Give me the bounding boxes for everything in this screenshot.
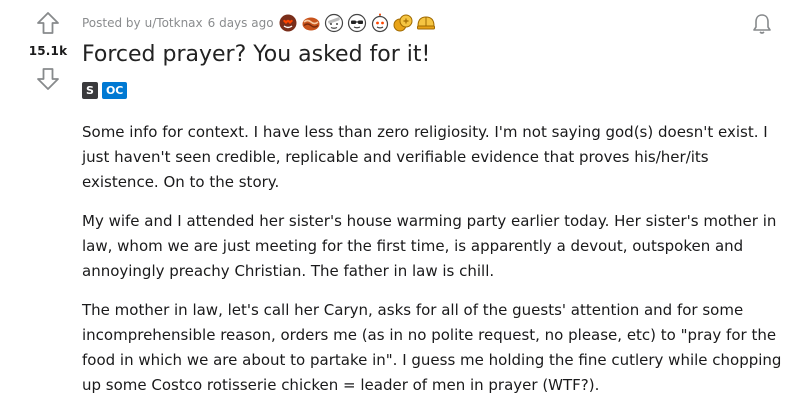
downvote-arrow-icon[interactable]	[35, 66, 61, 92]
post-meta: Posted by u/Totknax 6 days ago	[82, 13, 439, 33]
post-timestamp[interactable]: 6 days ago	[208, 16, 274, 30]
upvote-arrow-icon[interactable]	[35, 10, 61, 36]
post-body: Some info for context. I have less than …	[82, 120, 782, 412]
robot-award-icon[interactable]	[370, 13, 390, 33]
heart-eyes-award-icon[interactable]	[278, 13, 298, 33]
glasses-face-award-icon[interactable]	[347, 13, 367, 33]
spoiler-flair: S	[82, 82, 98, 99]
notification-bell-icon[interactable]	[750, 12, 774, 36]
author-link[interactable]: u/Totknax	[145, 16, 203, 30]
posted-by-label: Posted by	[82, 16, 141, 30]
vote-count: 15.1k	[28, 44, 68, 58]
bandage-face-award-icon[interactable]	[324, 13, 344, 33]
post-paragraph: My wife and I attended her sister's hous…	[82, 212, 777, 280]
bacon-award-icon[interactable]	[301, 13, 321, 33]
post-paragraph: The mother in law, let's call her Caryn,…	[82, 301, 782, 394]
oc-flair: OC	[101, 82, 128, 99]
post-paragraph: Some info for context. I have less than …	[82, 123, 768, 191]
helmet-award-icon[interactable]	[416, 13, 436, 33]
gold-coins-award-icon[interactable]	[393, 13, 413, 33]
post-flairs: S OC	[82, 82, 131, 99]
vote-column: 15.1k	[26, 10, 70, 92]
awards-list[interactable]	[278, 13, 439, 33]
post-title[interactable]: Forced prayer? You asked for it!	[82, 40, 430, 70]
post-card: 15.1k Posted by u/Totknax 6 days ago For…	[0, 0, 800, 420]
